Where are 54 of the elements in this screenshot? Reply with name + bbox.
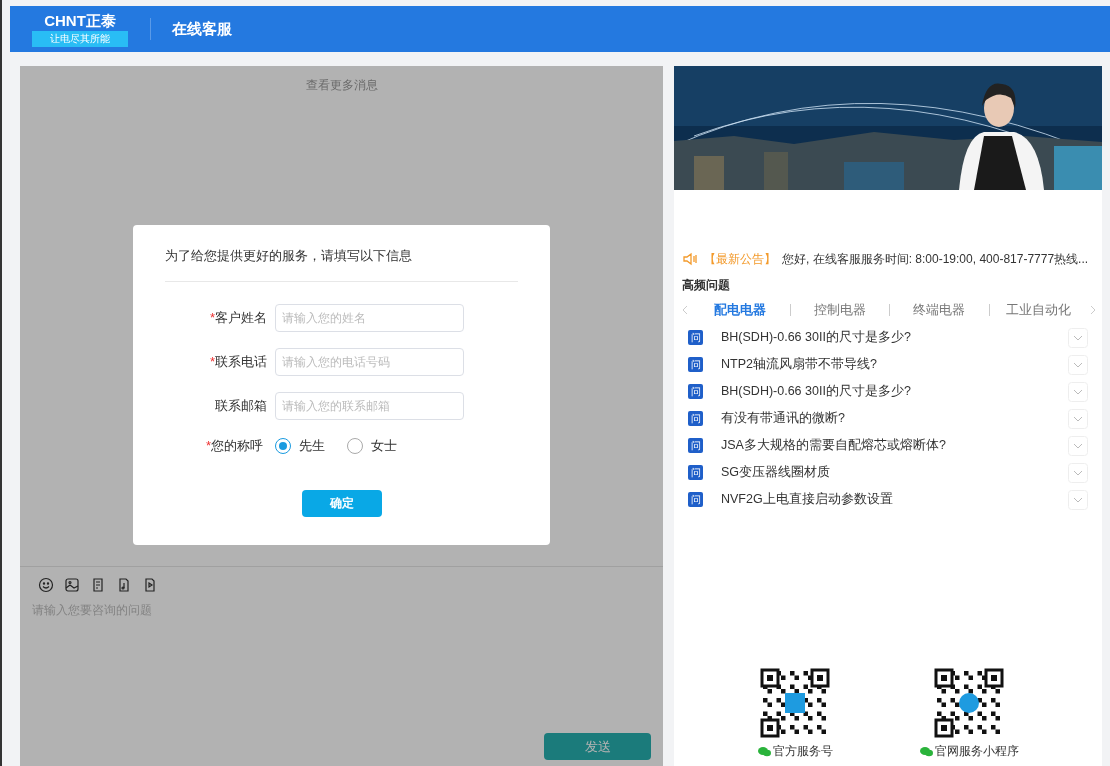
chevron-down-icon[interactable] [1068,462,1088,483]
announcement-tag: 【最新公告】 [704,250,776,268]
field-label: 联系邮箱 [215,397,267,416]
section-title: 高频问题 [681,277,731,294]
chevron-down-icon[interactable] [1068,408,1088,429]
question-badge: 问 [688,465,703,480]
speaker-icon [682,252,698,266]
text-input[interactable]: 请输入您的姓名 [275,304,464,332]
slogan: 让电尽其所能 [32,31,128,47]
chat-bubbles-icon [919,745,933,757]
question-link[interactable]: BH(SDH)-0.66 30II的尺寸是多少? [721,328,1068,347]
question-link[interactable]: JSA多大规格的需要自配熔芯或熔断体? [721,436,1068,455]
field-label: 客户姓名 [215,309,267,328]
question-badge: 问 [688,411,703,426]
field-label: 您的称呼 [211,437,263,455]
category-tab[interactable]: 工业自动化 [989,300,1088,320]
question-link[interactable]: NVF2G上电直接启动参数设置 [721,490,1068,509]
question-badge: 问 [688,438,703,453]
question-link[interactable]: BH(SDH)-0.66 30II的尺寸是多少? [721,382,1068,401]
image-icon[interactable] [64,577,80,593]
question-link[interactable]: SG变压器线圈材质 [721,463,1068,482]
chevron-down-icon[interactable] [1068,327,1088,348]
video-file-icon[interactable] [142,577,158,593]
qr-label: 官方服务号 [772,743,833,759]
chat-bubbles-icon [757,745,771,757]
question-badge: 问 [688,492,703,507]
page-title: 在线客服 [172,18,232,39]
radio-option[interactable]: 先生 [275,436,325,456]
chevron-down-icon[interactable] [1068,435,1088,456]
question-link[interactable]: 有没有带通讯的微断? [721,409,1068,428]
chevron-down-icon[interactable] [1068,489,1088,510]
required-mark: * [209,309,215,328]
required-mark: * [209,353,215,372]
question-badge: 问 [688,384,703,399]
music-file-icon[interactable] [116,577,132,593]
required-mark: * [205,437,211,455]
category-tab[interactable]: 控制电器 [790,300,889,320]
emoji-icon[interactable] [38,577,54,593]
question-link[interactable]: NTP2轴流风扇带不带导线? [721,355,1068,374]
chevron-down-icon[interactable] [1068,381,1088,402]
question-badge: 问 [688,357,703,372]
document-icon[interactable] [90,577,106,593]
field-label: 联系电话 [215,353,267,372]
announcement-text: 您好, 在线客服服务时间: 8:00-19:00, 400-817-7777热线... [782,251,1089,268]
text-input[interactable]: 请输入您的电话号码 [275,348,464,376]
dialog-title: 为了给您提供更好的服务，请填写以下信息 [165,248,412,263]
question-badge: 问 [688,330,703,345]
category-tab[interactable]: 配电电器 [690,300,790,320]
chevron-down-icon[interactable] [1068,354,1088,375]
radio-option[interactable]: 女士 [347,436,397,456]
text-input[interactable]: 请输入您的联系邮箱 [275,392,464,420]
category-tab[interactable]: 终端电器 [890,300,989,320]
logo: CHNT正泰 [44,11,116,31]
qr-label: 官网服务小程序 [934,743,1019,759]
